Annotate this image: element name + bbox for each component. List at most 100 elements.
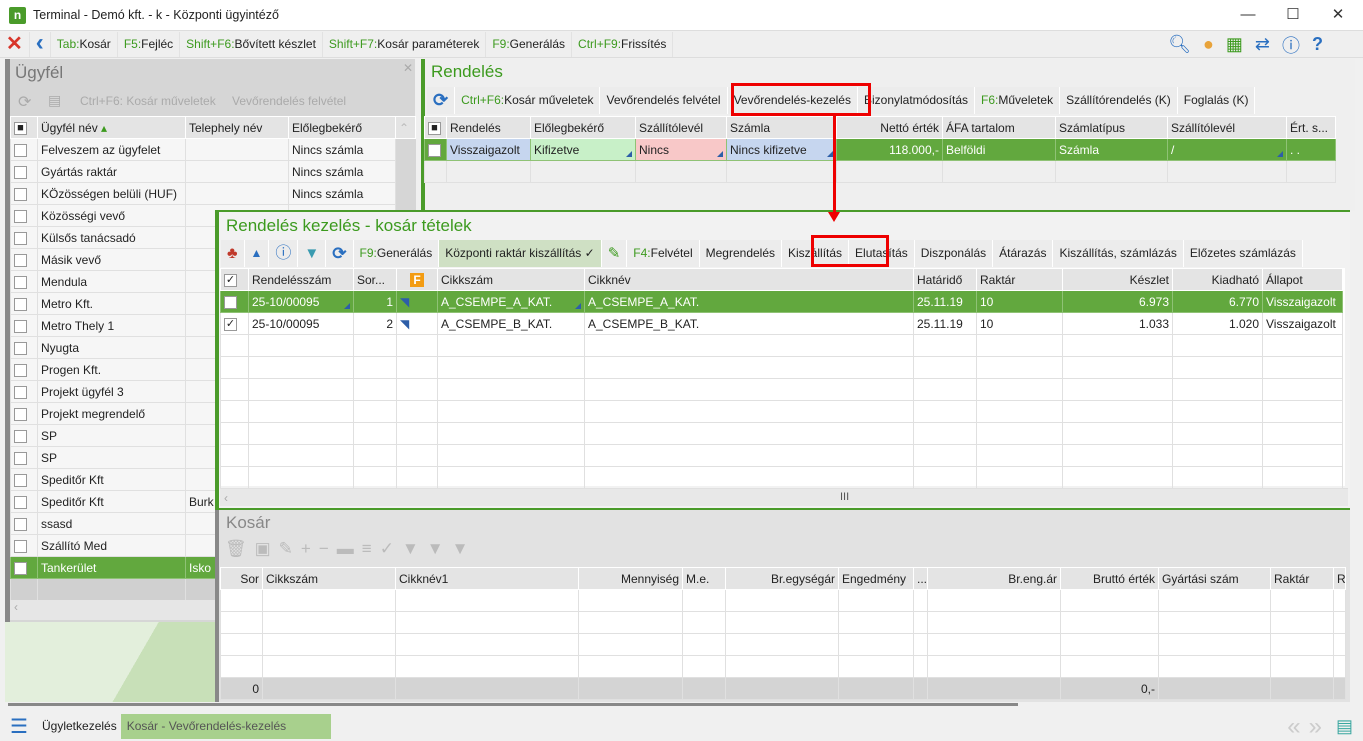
swap-icon[interactable]: ⇄ bbox=[1255, 34, 1270, 55]
col-6[interactable]: Engedmény bbox=[838, 567, 914, 590]
col-0[interactable]: Sor bbox=[220, 567, 263, 590]
action-megrendeles[interactable]: Megrendelés bbox=[699, 240, 783, 267]
row-checkbox[interactable] bbox=[10, 468, 38, 491]
toolbar-kosar[interactable]: Tab:Kosár bbox=[51, 31, 118, 57]
refresh-icon[interactable]: ⟳ bbox=[18, 92, 31, 112]
refresh-icon[interactable]: ⟳ bbox=[326, 240, 354, 267]
maximize-button[interactable]: ☐ bbox=[1281, 4, 1305, 26]
row-checkbox[interactable] bbox=[10, 204, 38, 227]
close-icon[interactable]: ✕ bbox=[403, 61, 413, 75]
row-checkbox[interactable] bbox=[10, 380, 38, 403]
filter-clear-icon[interactable]: ▼ bbox=[427, 539, 452, 558]
action-felvetel[interactable]: F4:Felvétel bbox=[627, 240, 700, 267]
col-ugyfel-nev[interactable]: Ügyfél név ▴ bbox=[37, 116, 186, 139]
col-10[interactable]: Gyártási szám bbox=[1158, 567, 1271, 590]
col-cikknev[interactable]: Cikknév bbox=[584, 268, 914, 291]
table-row[interactable]: ✓ 25-10/00095 2 ◥ A_CSEMPE_B_KAT. A_CSEMPE_B_… bbox=[220, 312, 1343, 335]
row-checkbox[interactable] bbox=[10, 226, 38, 249]
minimize-button[interactable]: — bbox=[1236, 4, 1260, 26]
table-row[interactable]: Felveszem az ügyfelet Nincs számla bbox=[10, 138, 416, 161]
filter-icon[interactable]: ▼ bbox=[298, 240, 327, 267]
horizontal-scrollbar[interactable]: ‹ III bbox=[220, 488, 1348, 506]
col-szallitolevel-2[interactable]: Szállítólevél bbox=[1167, 116, 1287, 139]
row-checkbox[interactable] bbox=[10, 182, 38, 205]
help-icon[interactable]: ? bbox=[1312, 34, 1323, 55]
close-icon[interactable]: ✕ bbox=[0, 31, 30, 57]
order-action-muveletek[interactable]: F6:Műveletek bbox=[975, 87, 1061, 114]
toolbar-kosar-parameterek[interactable]: Shift+F7:Kosár paraméterek bbox=[323, 31, 487, 57]
toolbar-fejlec[interactable]: F5:Fejléc bbox=[118, 31, 181, 57]
edit-icon[interactable]: ✎ bbox=[279, 539, 301, 558]
notes-icon[interactable]: ▤ bbox=[1336, 716, 1363, 737]
select-all-checkbox[interactable]: ■ bbox=[10, 116, 38, 139]
minus-icon[interactable]: − bbox=[319, 539, 337, 558]
row-checkbox[interactable] bbox=[10, 160, 38, 183]
col-telephely[interactable]: Telephely név bbox=[185, 116, 289, 139]
toolbar-generalas[interactable]: F9:Generálás bbox=[486, 31, 573, 57]
info-icon[interactable]: ⓘ bbox=[269, 240, 299, 267]
row-checkbox[interactable] bbox=[10, 358, 38, 381]
advance-dropdown[interactable]: Kifizetve bbox=[530, 138, 636, 161]
select-all-checkbox[interactable]: ✓ bbox=[220, 268, 249, 291]
print-icon[interactable]: ▤ bbox=[48, 92, 61, 109]
toolbar-frissites[interactable]: Ctrl+F9:Frissítés bbox=[572, 31, 674, 57]
row-checkbox[interactable] bbox=[10, 336, 38, 359]
order-action-foglalas[interactable]: Foglalás (K) bbox=[1177, 87, 1256, 114]
row-checkbox[interactable] bbox=[10, 402, 38, 425]
basket-icon[interactable]: ♣ bbox=[221, 240, 245, 267]
next-icon[interactable]: » bbox=[1309, 713, 1336, 741]
more-icon[interactable]: ▬ bbox=[337, 539, 362, 558]
info-icon[interactable]: ⓘ bbox=[1282, 32, 1300, 58]
row-checkbox[interactable] bbox=[10, 534, 38, 557]
refresh-icon[interactable]: ⟳ bbox=[427, 87, 456, 114]
col-5[interactable]: Br.egységár bbox=[725, 567, 839, 590]
col-12[interactable]: R bbox=[1333, 567, 1346, 590]
table-row[interactable]: ✓ 25-10/00095 1 ◥ A_CSEMPE_A_KAT. A_CSEMPE_A_… bbox=[220, 290, 1343, 313]
col-cikkszam[interactable]: Cikkszám bbox=[437, 268, 585, 291]
col-rendelesszam[interactable]: Rendelésszám bbox=[248, 268, 354, 291]
row-checkbox[interactable] bbox=[10, 248, 38, 271]
order-action-kosar-muveletek[interactable]: Ctrl+F6:Kosár műveletek bbox=[455, 87, 601, 114]
col-sor[interactable]: Sor... bbox=[353, 268, 397, 291]
menu-icon[interactable]: ☰ bbox=[0, 714, 38, 739]
col-rendeles[interactable]: Rendelés bbox=[446, 116, 531, 139]
col-9[interactable]: Bruttó érték bbox=[1060, 567, 1159, 590]
col-3[interactable]: Mennyiség bbox=[578, 567, 683, 590]
col-eloleg[interactable]: Előlegbekérő bbox=[288, 116, 396, 139]
order-action-vevorendeles-kezeles[interactable]: Vevőrendelés-kezelés bbox=[727, 87, 858, 114]
col-szamla[interactable]: Számla bbox=[726, 116, 837, 139]
action-diszponalas[interactable]: Diszponálás bbox=[914, 240, 994, 267]
col-afa[interactable]: ÁFA tartalom bbox=[942, 116, 1056, 139]
check-icon[interactable]: ✓ bbox=[380, 539, 402, 558]
col-7[interactable]: ... bbox=[913, 567, 928, 590]
delivery-note-2-dropdown[interactable]: / bbox=[1167, 138, 1287, 161]
delete-all-icon[interactable]: ▣ bbox=[255, 539, 279, 558]
action-elozetes-szamlazas[interactable]: Előzetes számlázás bbox=[1183, 240, 1303, 267]
col-szallitolevel[interactable]: Szállítólevél bbox=[635, 116, 727, 139]
list-icon[interactable]: ≡ bbox=[362, 539, 380, 558]
action-kiszallitas[interactable]: Kiszállítás bbox=[782, 240, 850, 267]
apps-icon[interactable]: ▦ bbox=[1226, 34, 1243, 55]
col-allapot[interactable]: Állapot bbox=[1262, 268, 1343, 291]
row-checkbox[interactable] bbox=[10, 292, 38, 315]
row-checkbox[interactable] bbox=[10, 424, 38, 447]
col-2[interactable]: Cikknév1 bbox=[395, 567, 579, 590]
row-checkbox[interactable] bbox=[10, 512, 38, 535]
main-horizontal-scrollbar[interactable] bbox=[8, 703, 1018, 706]
filter-add-icon[interactable]: ▼ bbox=[452, 539, 477, 558]
action-atarazas[interactable]: Átárazás bbox=[993, 240, 1054, 267]
close-window-button[interactable]: ✕ bbox=[1326, 4, 1350, 26]
edit-icon[interactable]: ✎ bbox=[601, 240, 628, 267]
row-checkbox[interactable]: ✓ bbox=[220, 312, 249, 335]
row-checkbox[interactable] bbox=[10, 270, 38, 293]
col-11[interactable]: Raktár bbox=[1270, 567, 1334, 590]
col-eloleg[interactable]: Előlegbekérő bbox=[530, 116, 636, 139]
action-generalas[interactable]: F9:Generálás bbox=[353, 240, 440, 267]
search-icon[interactable]: 🔍︎ bbox=[1168, 34, 1191, 55]
status-tab-ugyletkezeles[interactable]: Ügyletkezelés bbox=[38, 714, 121, 739]
col-raktar[interactable]: Raktár bbox=[976, 268, 1063, 291]
row-checkbox[interactable] bbox=[10, 446, 38, 469]
new-order-button[interactable]: Vevőrendelés felvétel bbox=[232, 94, 346, 108]
status-tab-kosar[interactable]: Kosár - Vevőrendelés-kezelés bbox=[120, 714, 331, 739]
order-action-szallitorendeles[interactable]: Szállítórendelés (K) bbox=[1060, 87, 1178, 114]
